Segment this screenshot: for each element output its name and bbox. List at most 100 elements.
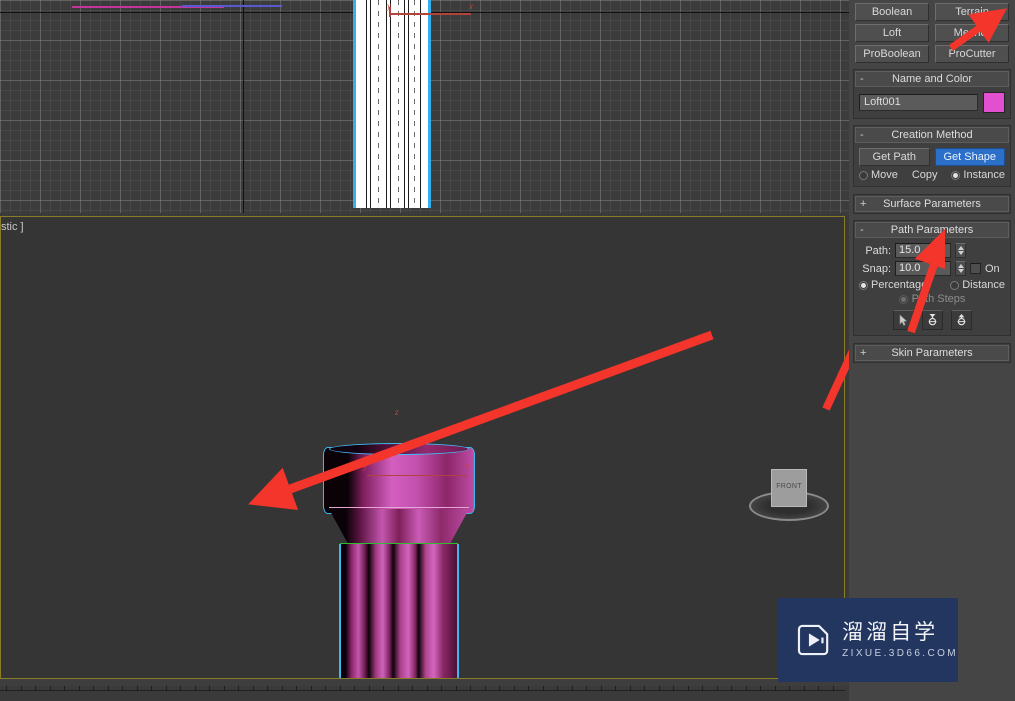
timeline-tick — [470, 686, 471, 691]
get-shape-button[interactable]: Get Shape — [934, 148, 1005, 166]
timeline-tick — [832, 686, 834, 691]
object-type-row-1: Boolean Terrain — [849, 3, 1015, 21]
timeline-tick — [760, 686, 761, 691]
timeline-tick — [426, 686, 428, 691]
distance-radio[interactable] — [950, 280, 960, 290]
axis-x-label: x — [469, 1, 473, 11]
timeline-tick — [6, 686, 7, 691]
pick-shape-icon[interactable] — [892, 310, 914, 330]
get-path-button[interactable]: Get Path — [859, 148, 930, 166]
axis-y-label: y — [387, 1, 391, 11]
command-panel[interactable]: Boolean Terrain Loft Mesher ProBoolean P… — [849, 0, 1015, 701]
viewport-area[interactable]: y x stic ] y x z FRONT — [0, 0, 849, 701]
move-radio[interactable] — [859, 170, 868, 180]
watermark-english-text: ZIXUE.3D66.COM — [842, 647, 958, 659]
instance-radio[interactable] — [951, 170, 961, 180]
mesher-button[interactable]: Mesher — [935, 24, 1009, 42]
loft-capital-top — [329, 443, 469, 455]
skin-parameters-title: Skin Parameters — [891, 347, 973, 359]
path-parameters-rollout: - Path Parameters Path: 15.0 Snap: 10.0 … — [853, 220, 1011, 336]
previous-shape-icon[interactable] — [921, 310, 943, 330]
surface-parameters-title: Surface Parameters — [883, 198, 981, 210]
timeline-tick — [702, 686, 703, 691]
boolean-button[interactable]: Boolean — [855, 3, 929, 21]
instance-label: Instance — [963, 169, 1005, 181]
perspective-axis-gizmo: y x z — [363, 407, 477, 485]
top-viewport[interactable]: y x — [0, 0, 849, 213]
terrain-button[interactable]: Terrain — [935, 3, 1009, 21]
top-viewport-shape[interactable] — [353, 0, 431, 208]
creation-method-header[interactable]: - Creation Method — [855, 127, 1009, 143]
expand-indicator: + — [860, 347, 867, 359]
loft-shaft — [339, 544, 459, 678]
timeline-tick — [194, 686, 196, 691]
skin-parameters-header[interactable]: + Skin Parameters — [855, 345, 1009, 361]
collapse-indicator: - — [860, 73, 864, 85]
snap-spinner[interactable] — [955, 261, 966, 276]
path-spinner[interactable] — [955, 243, 966, 258]
timeline-tick — [49, 686, 51, 691]
timeline-tick — [339, 686, 341, 691]
blue-guide-line — [182, 5, 282, 7]
path-steps-label: Path Steps — [911, 293, 966, 305]
path-parameters-header[interactable]: - Path Parameters — [855, 222, 1009, 238]
snap-input[interactable]: 10.0 — [895, 261, 951, 276]
object-color-swatch[interactable] — [983, 92, 1005, 113]
path-steps-radio[interactable] — [898, 294, 908, 304]
object-name-input[interactable]: Loft001 — [859, 94, 978, 111]
proboolean-button[interactable]: ProBoolean — [855, 45, 929, 63]
timeline-tick — [644, 686, 645, 691]
percentage-label: Percentage — [871, 279, 928, 291]
loft-button[interactable]: Loft — [855, 24, 929, 42]
timeline-tick — [542, 686, 544, 691]
timeline-tick — [731, 686, 732, 691]
top-viewport-axis-gizmo: y x — [387, 1, 479, 27]
perspective-viewport[interactable]: stic ] y x z FRONT — [0, 216, 845, 679]
timeline-tick — [397, 686, 399, 691]
timeline-tick — [571, 686, 573, 691]
watermark: 溜溜自学 ZIXUE.3D66.COM — [778, 598, 958, 682]
next-shape-icon[interactable] — [950, 310, 972, 330]
top-viewport-vertical-axis — [243, 0, 244, 213]
snap-on-label: On — [985, 262, 1000, 275]
timeline-tick — [528, 686, 529, 691]
timeline-tick — [513, 686, 515, 691]
viewport-bottom-bar — [0, 679, 849, 686]
path-label: Path: — [865, 244, 891, 257]
move-label: Move — [871, 169, 898, 181]
procutter-button[interactable]: ProCutter — [935, 45, 1009, 63]
snap-on-checkbox[interactable] — [970, 263, 981, 274]
timeline-tick — [64, 686, 65, 691]
loft-flare — [329, 509, 469, 545]
surface-parameters-header[interactable]: + Surface Parameters — [855, 196, 1009, 212]
timeline-tick — [745, 686, 747, 691]
timeline-tick — [615, 686, 616, 691]
timeline-tick — [412, 686, 413, 691]
path-tool-buttons — [859, 310, 1005, 330]
collapse-indicator: - — [860, 224, 864, 236]
timeline-tick — [252, 686, 254, 691]
timeline-tick — [557, 686, 558, 691]
timeline-tick — [818, 686, 819, 691]
percentage-radio[interactable] — [859, 280, 868, 290]
timeline-tick — [93, 686, 94, 691]
name-and-color-header[interactable]: - Name and Color — [855, 71, 1009, 87]
timeline-tick — [586, 686, 587, 691]
timeline-tick — [281, 686, 283, 691]
path-input[interactable]: 15.0 — [895, 243, 951, 258]
collapse-indicator: - — [860, 129, 864, 141]
timeline-tick — [35, 686, 36, 691]
timeline-ruler[interactable]: (function(){ var t=document.getElementBy… — [0, 686, 849, 701]
snap-label: Snap: — [862, 262, 891, 275]
timeline-tick — [151, 686, 152, 691]
view-cube[interactable]: FRONT — [749, 469, 829, 521]
timeline-tick — [441, 686, 442, 691]
timeline-tick — [499, 686, 500, 691]
timeline-tick — [716, 686, 718, 691]
copy-label: Copy — [911, 169, 938, 181]
timeline-tick — [78, 686, 80, 691]
name-and-color-title: Name and Color — [891, 73, 973, 85]
viewport-label: stic ] — [1, 221, 24, 233]
timeline-tick — [354, 686, 355, 691]
view-cube-face-label: FRONT — [776, 483, 802, 490]
